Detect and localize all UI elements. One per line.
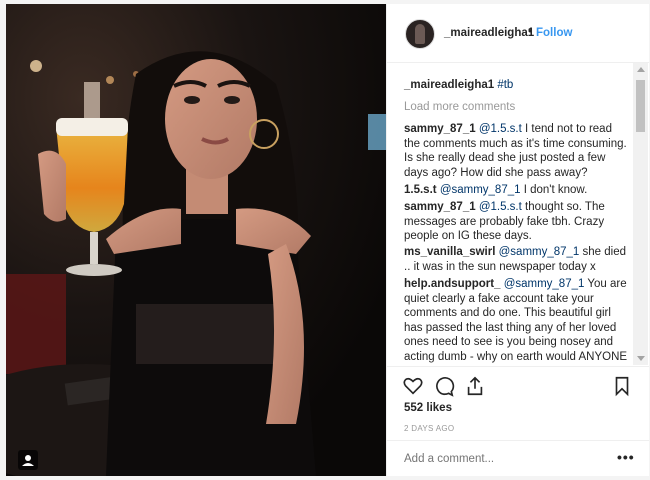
add-comment-input[interactable]: [404, 453, 604, 465]
scroll-up-arrow-icon[interactable]: [637, 67, 645, 72]
caption: _maireadleigha1 #tb: [404, 79, 513, 91]
share-icon[interactable]: [464, 375, 486, 397]
post-username[interactable]: _maireadleigha1: [444, 27, 534, 39]
post-timestamp: 2 DAYS AGO: [404, 424, 455, 433]
comment: help.andsupport_ @sammy_87_1 You are qui…: [404, 277, 629, 365]
post-side-panel: _maireadleigha1 • Follow _maireadleigha1…: [386, 4, 649, 476]
user-tag-icon[interactable]: [18, 450, 38, 470]
comment-username[interactable]: 1.5.s.t: [404, 184, 437, 196]
bookmark-icon[interactable]: [611, 375, 633, 397]
comment-username[interactable]: help.andsupport_: [404, 278, 500, 290]
follow-button[interactable]: Follow: [536, 27, 572, 39]
comment-username[interactable]: sammy_87_1: [404, 123, 476, 135]
comment-mention[interactable]: @sammy_87_1: [440, 184, 521, 196]
caption-hashtag[interactable]: #tb: [497, 79, 513, 91]
comment-mention[interactable]: @1.5.s.t: [479, 201, 522, 213]
scrollbar-thumb[interactable]: [636, 80, 645, 132]
comment: ms_vanilla_swirl @sammy_87_1 she died ..…: [404, 245, 629, 274]
comment: 1.5.s.t @sammy_87_1 I don't know.: [404, 183, 629, 198]
comment: sammy_87_1 @1.5.s.t thought so. The mess…: [404, 200, 629, 244]
scroll-down-arrow-icon[interactable]: [637, 356, 645, 361]
header-separator: •: [528, 26, 533, 38]
comment-username[interactable]: sammy_87_1: [404, 201, 476, 213]
post-header: _maireadleigha1 • Follow: [387, 4, 649, 63]
action-bar: [387, 366, 649, 403]
comments-scrollbar[interactable]: [633, 63, 648, 365]
comment-text: I don't know.: [520, 184, 588, 196]
photo-illustration: [6, 4, 386, 476]
load-more-comments-button[interactable]: Load more comments: [404, 101, 515, 113]
comment-text: You are quiet clearly a fake account tak…: [404, 278, 628, 363]
comment: sammy_87_1 @1.5.s.t I tend not to read t…: [404, 122, 629, 180]
more-options-button[interactable]: •••: [617, 449, 635, 465]
likes-count[interactable]: 552 likes: [404, 402, 452, 414]
avatar[interactable]: [405, 19, 435, 49]
post-photo[interactable]: [6, 4, 386, 476]
heart-icon[interactable]: [402, 375, 424, 397]
caption-username[interactable]: _maireadleigha1: [404, 79, 494, 91]
add-comment-bar: •••: [387, 440, 649, 477]
comment-mention[interactable]: @sammy_87_1: [499, 246, 580, 258]
instagram-post-modal: _maireadleigha1 • Follow _maireadleigha1…: [0, 0, 650, 480]
comment-username[interactable]: ms_vanilla_swirl: [404, 246, 495, 258]
comments-list[interactable]: _maireadleigha1 #tb Load more comments s…: [387, 63, 633, 365]
comment-mention[interactable]: @1.5.s.t: [479, 123, 522, 135]
comment-icon[interactable]: [433, 375, 455, 397]
comment-mention[interactable]: @sammy_87_1: [504, 278, 585, 290]
